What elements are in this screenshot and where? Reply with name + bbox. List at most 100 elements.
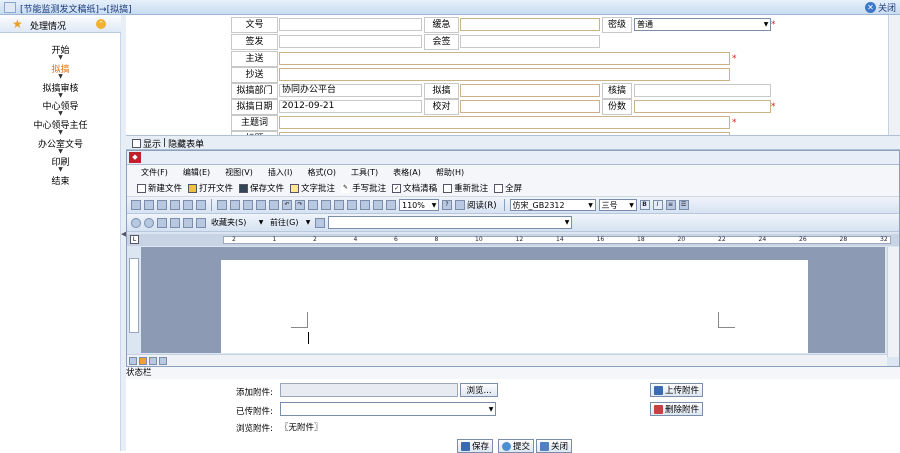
stop-icon[interactable] bbox=[157, 217, 167, 228]
uploaded-select[interactable]: ▼ bbox=[280, 402, 496, 416]
date-field[interactable]: 2012-09-21 bbox=[279, 100, 422, 113]
reannotate-button[interactable]: 重新批注 bbox=[443, 182, 488, 194]
menu-format[interactable]: 格式(O) bbox=[307, 167, 336, 178]
show-hide-icon[interactable] bbox=[386, 200, 396, 210]
menu-insert[interactable]: 插入(I) bbox=[268, 167, 293, 178]
drawing-icon[interactable] bbox=[360, 200, 370, 210]
menu-tools[interactable]: 工具(T) bbox=[351, 167, 378, 178]
doc-map-icon[interactable] bbox=[373, 200, 383, 210]
forward-icon[interactable] bbox=[144, 217, 154, 228]
menu-table[interactable]: 表格(A) bbox=[393, 167, 421, 178]
open-icon[interactable] bbox=[144, 200, 154, 210]
new-file-button[interactable]: 新建文件 bbox=[137, 182, 182, 194]
proof-field[interactable] bbox=[460, 100, 600, 113]
save-icon[interactable] bbox=[157, 200, 167, 210]
columns-icon[interactable] bbox=[347, 200, 357, 210]
address-field[interactable]: ▼ bbox=[328, 216, 572, 229]
back-icon[interactable] bbox=[131, 217, 141, 228]
menu-file[interactable]: 文件(F) bbox=[141, 167, 168, 178]
print-preview-icon[interactable] bbox=[196, 200, 206, 210]
favorites-menu[interactable]: 收藏夹(S) ▼ bbox=[209, 217, 265, 229]
delete-icon bbox=[654, 404, 663, 414]
window-close-button[interactable]: ✕ 关闭 bbox=[864, 1, 896, 14]
clean-doc-label: 文档清稿 bbox=[403, 184, 438, 194]
upload-button[interactable]: 上传附件 bbox=[650, 383, 704, 397]
reading-view-icon[interactable] bbox=[159, 356, 167, 365]
tab-stop-icon[interactable]: L bbox=[130, 235, 139, 244]
copies-field[interactable] bbox=[634, 100, 771, 113]
menu-help[interactable]: 帮助(H) bbox=[436, 167, 464, 178]
tab-hide[interactable]: 隐藏表单 bbox=[168, 137, 204, 150]
format-painter-icon[interactable] bbox=[269, 200, 279, 210]
permission-icon[interactable] bbox=[170, 200, 180, 210]
save-file-button[interactable]: 保存文件 bbox=[239, 182, 284, 194]
web-icon[interactable] bbox=[315, 217, 325, 228]
hyperlink-icon[interactable] bbox=[308, 200, 318, 210]
table-icon[interactable] bbox=[321, 200, 331, 210]
list-icon[interactable]: ☰ bbox=[678, 200, 689, 210]
font-select[interactable]: 仿宋_GB2312 ▼ bbox=[509, 199, 596, 211]
editor-vertical-scrollbar[interactable] bbox=[887, 247, 899, 357]
required-mark: * bbox=[732, 54, 737, 64]
to-field[interactable] bbox=[279, 52, 730, 65]
sidebar-header[interactable]: ★ 处理情况 ⌃ bbox=[0, 15, 121, 33]
proof-label: 校对 bbox=[424, 99, 459, 115]
text-annotate-button[interactable]: 文字批注 bbox=[290, 182, 335, 194]
align-justify-icon[interactable]: ≡ bbox=[665, 200, 676, 210]
required-mark: * bbox=[732, 118, 737, 128]
form-tabs: 显示 | 隐藏表单 bbox=[126, 135, 900, 150]
cc-field[interactable] bbox=[279, 68, 730, 81]
menu-view[interactable]: 视图(V) bbox=[225, 167, 253, 178]
tab-show[interactable]: 显示 bbox=[143, 137, 161, 150]
attachment-path-field[interactable] bbox=[280, 383, 458, 397]
redo-icon[interactable]: ↷ bbox=[295, 200, 305, 210]
doc-no-field[interactable] bbox=[279, 18, 422, 31]
outline-view-icon[interactable] bbox=[149, 356, 157, 365]
help-icon[interactable]: ? bbox=[442, 200, 452, 210]
page-view-icon[interactable] bbox=[139, 356, 147, 365]
toolbar-divider bbox=[211, 199, 212, 211]
clean-doc-button[interactable]: ✓ 文档清稿 bbox=[392, 182, 437, 194]
new-icon[interactable] bbox=[131, 200, 141, 210]
editor-horizontal-scrollbar[interactable] bbox=[127, 354, 887, 366]
undo-icon[interactable]: ↶ bbox=[282, 200, 292, 210]
sign-field[interactable] bbox=[279, 35, 422, 48]
open-file-button[interactable]: 打开文件 bbox=[188, 182, 233, 194]
document-page[interactable] bbox=[221, 260, 808, 353]
chevron-down-icon: ▼ bbox=[763, 21, 769, 28]
spelling-icon[interactable] bbox=[217, 200, 227, 210]
book-icon bbox=[455, 200, 465, 210]
home-icon[interactable] bbox=[183, 217, 193, 228]
subject-field[interactable] bbox=[279, 116, 730, 129]
excel-icon[interactable] bbox=[334, 200, 344, 210]
zoom-select[interactable]: 110% ▼ bbox=[399, 199, 439, 211]
italic-icon[interactable]: I bbox=[652, 200, 663, 210]
drafter-field[interactable] bbox=[460, 84, 600, 97]
goto-menu[interactable]: 前往(G) ▼ bbox=[268, 217, 312, 229]
fullscreen-button[interactable]: 全屏 bbox=[494, 182, 522, 194]
copy-icon[interactable] bbox=[243, 200, 253, 210]
horizontal-ruler[interactable]: L 2 1 2 4 6 8 10 12 14 16 18 20 22 24 26 28 32 bbox=[127, 234, 899, 246]
collapse-icon[interactable]: ⌃ bbox=[96, 19, 106, 29]
handwrite-annotate-button[interactable]: ✎ 手写批注 bbox=[341, 182, 386, 194]
paste-icon[interactable] bbox=[256, 200, 266, 210]
cosign-field[interactable] bbox=[460, 35, 600, 48]
cut-icon[interactable] bbox=[230, 200, 240, 210]
form-scrollbar[interactable] bbox=[888, 15, 900, 135]
browse-button[interactable]: 浏览... bbox=[460, 383, 498, 397]
normal-view-icon[interactable] bbox=[129, 356, 137, 365]
font-size-select[interactable]: 三号 ▼ bbox=[598, 199, 637, 211]
print-icon[interactable] bbox=[183, 200, 193, 210]
secret-select[interactable]: 普通 ▼ bbox=[634, 18, 771, 31]
menu-edit[interactable]: 编辑(E) bbox=[183, 167, 210, 178]
search-web-icon[interactable] bbox=[196, 217, 206, 228]
refresh-icon[interactable] bbox=[170, 217, 180, 228]
tab-toggle-form[interactable]: 显示 | 隐藏表单 bbox=[132, 137, 204, 150]
cc-label: 抄送 bbox=[231, 67, 278, 83]
bold-icon[interactable]: B bbox=[639, 200, 650, 210]
checker-field[interactable] bbox=[634, 84, 771, 97]
urgency-field[interactable] bbox=[460, 18, 600, 31]
read-mode-button[interactable]: 阅读(R) bbox=[455, 199, 497, 211]
dept-field[interactable]: 协同办公平台 bbox=[279, 84, 422, 97]
delete-attachment-button[interactable]: 删除附件 bbox=[650, 402, 704, 416]
